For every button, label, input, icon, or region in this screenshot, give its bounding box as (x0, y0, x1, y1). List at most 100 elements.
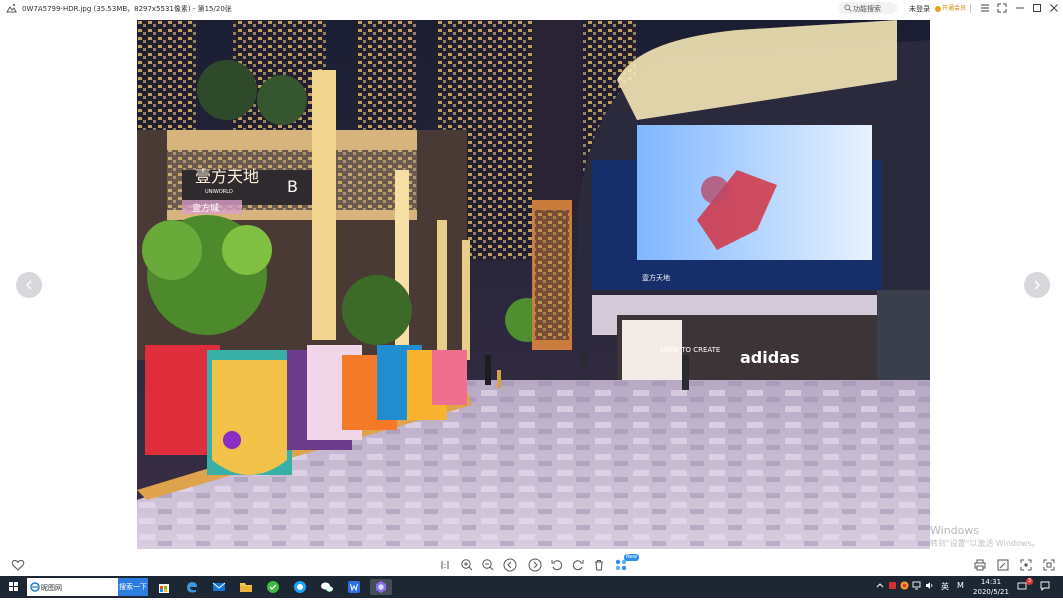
taskbar-search-button[interactable]: 搜索一下 (118, 578, 148, 596)
taskbar-store[interactable] (156, 579, 172, 595)
close-button[interactable] (1048, 2, 1060, 14)
start-button[interactable] (0, 576, 26, 598)
wechat-icon (321, 582, 333, 592)
windows-logo-icon (9, 582, 18, 591)
one-to-one-icon (441, 561, 449, 569)
hamburger-icon (981, 4, 989, 12)
circle-chevron-left-icon (503, 558, 517, 572)
trash-icon (595, 560, 603, 571)
tray-security[interactable] (888, 581, 897, 592)
new-badge: New (624, 554, 639, 561)
title-bar: 0W7A5799-HDR.jpg (35.53MB，8297x5531像素) -… (0, 0, 1063, 17)
taskbar-image-viewer[interactable] (370, 579, 392, 595)
next-image-button[interactable] (1024, 272, 1050, 298)
windows-activation-title: Windows (930, 524, 980, 537)
blue-bubble-icon (294, 581, 306, 593)
search-icon (844, 4, 852, 12)
green-app-icon (267, 581, 279, 593)
taskbar-wps[interactable] (346, 579, 362, 595)
next-button[interactable] (528, 558, 542, 572)
printer-icon (974, 559, 986, 571)
taskbar-search-input[interactable]: 昵图网 (27, 578, 118, 596)
mall-sign-b: B (287, 177, 298, 196)
clock-time: 14:31 (980, 578, 1002, 586)
fit-window-button[interactable] (1042, 558, 1056, 572)
folder-icon (240, 583, 252, 592)
store-bag-icon (159, 584, 169, 593)
expand-icon (997, 3, 1007, 13)
zoom-out-button[interactable] (481, 558, 495, 572)
vip-button[interactable]: 开通会员 (935, 3, 966, 13)
chevron-up-icon (876, 583, 884, 588)
image-file-icon (6, 4, 17, 13)
taskbar-app-green[interactable] (265, 579, 281, 595)
delete-button[interactable] (592, 558, 606, 572)
taskbar-app-blue[interactable] (292, 579, 308, 595)
image-viewer-app-icon (376, 581, 386, 593)
store-sign: adidas (740, 348, 800, 367)
wps-writer-icon (348, 581, 360, 593)
maximize-button[interactable] (1031, 2, 1043, 14)
rotate-right-button[interactable] (571, 558, 585, 572)
menu-button[interactable] (979, 2, 991, 14)
taskbar-wechat[interactable] (319, 579, 335, 595)
actual-size-button[interactable] (439, 558, 453, 572)
edge-browser-icon (187, 582, 197, 593)
vip-label: 开通会员 (942, 5, 967, 12)
action-center-icon (1040, 581, 1050, 592)
rotate-right-icon (572, 560, 584, 571)
action-center-button[interactable] (1040, 581, 1050, 593)
mall-small-sign: 壹方天地 (642, 273, 670, 282)
windows-activation-text: 转到"设置"以激活 Windows。 (930, 539, 1040, 548)
tray-show-hidden[interactable] (876, 581, 884, 591)
crop-frame-icon (1020, 559, 1032, 571)
vip-icon (935, 5, 941, 12)
chevron-left-icon (26, 280, 32, 290)
feature-search-input[interactable]: 功能搜索 (839, 2, 897, 14)
print-button[interactable] (973, 558, 987, 572)
tray-network[interactable] (912, 581, 921, 592)
favorite-button[interactable] (11, 558, 25, 572)
search-placeholder: 功能搜索 (853, 5, 881, 13)
mall-sign-text: 壹方天地 (195, 167, 259, 186)
mall-sign-en: UNIWORLD (205, 189, 233, 195)
tray-ime-mode[interactable]: M (957, 581, 964, 590)
close-icon (1050, 4, 1058, 12)
previous-image-button[interactable] (16, 272, 42, 298)
clock-date: 2020/5/21 (973, 588, 1009, 596)
shield-icon (889, 582, 896, 589)
tray-app[interactable] (900, 581, 909, 592)
chevron-right-icon (1034, 280, 1040, 290)
network-icon (912, 581, 921, 590)
login-link[interactable]: 未登录 (909, 4, 930, 14)
file-title: 0W7A5799-HDR.jpg (35.53MB，8297x5531像素) -… (22, 5, 232, 13)
speaker-icon (926, 582, 933, 589)
screenshot-button[interactable] (1019, 558, 1033, 572)
zoom-out-icon (482, 559, 494, 571)
edit-button[interactable] (996, 558, 1010, 572)
tray-volume[interactable] (925, 581, 934, 592)
taskbar-mail[interactable] (211, 579, 227, 595)
mail-icon (212, 582, 226, 591)
circle-chevron-right-icon (528, 558, 542, 572)
maximize-icon (1033, 4, 1041, 12)
taskbar-clock[interactable]: 14:31 2020/5/21 (972, 577, 1010, 597)
ie-logo-icon (30, 582, 40, 592)
taskbar-explorer[interactable] (238, 579, 254, 595)
notification-count-badge: 3 (1026, 578, 1033, 585)
fit-screen-icon (1043, 559, 1055, 571)
image-viewer-window: 0W7A5799-HDR.jpg (35.53MB，8297x5531像素) -… (0, 0, 1063, 576)
fullscreen-button[interactable] (996, 2, 1008, 14)
photo-scene: 壹方天地 UNIWORLD B 壹方城 HERE TO CREATE adida… (137, 20, 930, 549)
tray-ime[interactable]: 英 (941, 581, 949, 592)
zoom-in-button[interactable] (460, 558, 474, 572)
store-slogan: HERE TO CREATE (660, 346, 720, 354)
minimize-button[interactable] (1014, 2, 1026, 14)
colorful-circle-icon (900, 581, 909, 590)
taskbar-edge[interactable] (184, 579, 200, 595)
previous-button[interactable] (503, 558, 517, 572)
zoom-in-icon (461, 559, 473, 571)
displayed-photo[interactable]: 壹方天地 UNIWORLD B 壹方城 HERE TO CREATE adida… (137, 20, 930, 549)
rotate-left-icon (551, 560, 563, 571)
rotate-left-button[interactable] (550, 558, 564, 572)
